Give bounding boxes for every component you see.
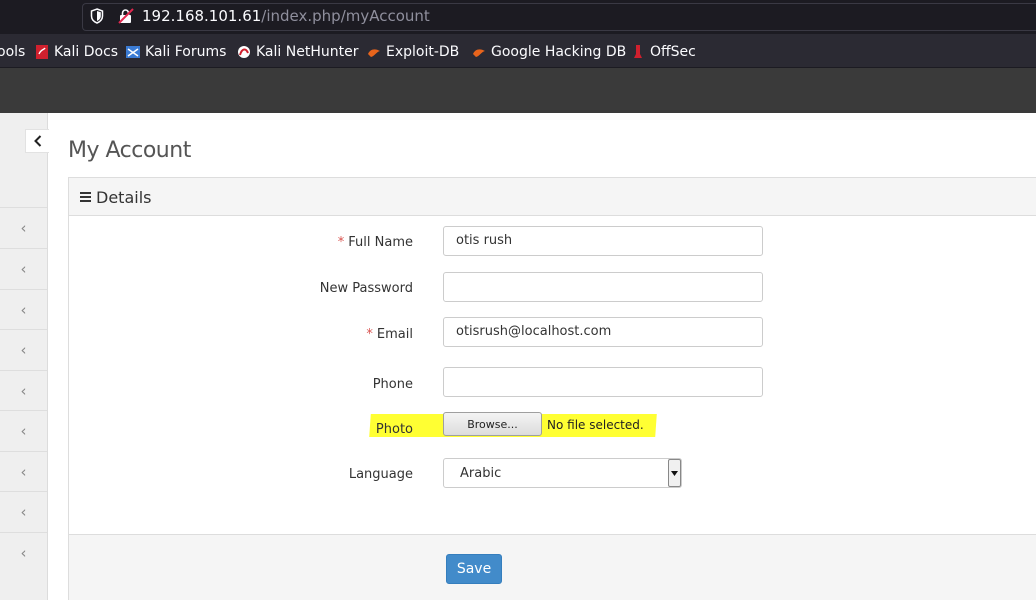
sidebar-item[interactable]: ‹ [0,451,47,491]
bookmark-google-hacking-db[interactable]: Google Hacking DB [472,43,626,61]
chevron-left-icon: ‹ [20,421,27,440]
full-name-input[interactable]: otis rush [443,226,763,256]
url-bar-row: 192.168.101.61/index.php/myAccount [0,0,1036,34]
phone-input[interactable] [443,367,763,397]
panel-heading: Details [69,178,1036,216]
sidebar-item[interactable]: ‹ [0,491,47,531]
new-password-label: New Password [319,281,413,296]
insecure-lock-icon[interactable] [118,8,134,24]
full-name-label: * Full Name [337,235,413,250]
sidebar-item[interactable]: ‹ [0,370,47,410]
bookmark-exploit-db[interactable]: Exploit-DB [367,43,459,61]
kali-forums-icon [126,46,140,58]
kali-docs-icon [36,45,48,59]
shield-icon[interactable] [90,8,104,24]
bookmark-kali-nethunter[interactable]: Kali NetHunter [237,43,358,61]
url-text[interactable]: 192.168.101.61/index.php/myAccount [142,7,430,25]
exploit-db-icon [368,49,380,57]
sidebar-item[interactable]: ‹ [0,532,47,572]
bookmark-label: OffSec [650,44,696,60]
sidebar-item[interactable]: ‹ [0,248,47,288]
chevron-left-icon: ‹ [20,502,27,521]
chevron-left-icon: ‹ [20,218,27,237]
chevron-left-icon [33,135,41,147]
chevron-left-icon: ‹ [20,340,27,359]
sidebar-item[interactable]: ‹ [0,289,47,329]
panel-footer [69,534,1036,600]
url-path: /index.php/myAccount [261,7,430,25]
panel-title: Details [96,188,152,207]
bookmark-kali-docs[interactable]: Kali Docs [35,43,118,61]
bookmark-tools[interactable]: ools [0,43,25,61]
url-host: 192.168.101.61 [142,7,262,25]
bookmark-label: Kali Docs [54,44,119,60]
kali-nethunter-icon [238,46,250,58]
sidebar-item[interactable]: ‹ [0,207,47,247]
bookmarks-bar: ools Kali Docs Kali Forums Kali NetHunte… [0,34,1036,68]
menu-icon [80,192,91,202]
offsec-icon [634,45,642,58]
browser-chrome: 192.168.101.61/index.php/myAccount ools … [0,0,1036,113]
phone-label: Phone [372,377,413,392]
bookmark-label: Kali NetHunter [256,44,359,60]
chevron-left-icon: ‹ [20,381,27,400]
bookmark-label: ools [0,44,26,60]
chevron-left-icon: ‹ [20,259,27,278]
app-top-navbar [0,68,1036,113]
required-mark: * [366,327,373,342]
bookmark-kali-forums[interactable]: Kali Forums [126,43,226,61]
required-mark: * [337,235,345,250]
bookmark-label: Exploit-DB [386,44,460,60]
no-file-text: No file selected. [547,418,644,432]
bookmark-label: Kali Forums [145,44,227,60]
page-title: My Account [68,138,191,163]
bookmark-label: Google Hacking DB [491,44,627,60]
email-input[interactable]: otisrush@localhost.com [443,317,763,347]
language-select[interactable]: Arabic [443,458,682,488]
sidebar-item[interactable]: ‹ [0,329,47,369]
browse-button[interactable]: Browse... [443,412,542,436]
save-button[interactable]: Save [446,554,502,584]
sidebar-collapse-button[interactable] [25,129,49,153]
chevron-left-icon: ‹ [20,462,27,481]
chevron-left-icon: ‹ [20,543,27,562]
photo-label: Photo [375,422,413,437]
sidebar-item[interactable]: ‹ [0,410,47,450]
bookmark-offsec[interactable]: OffSec [631,43,696,61]
language-label: Language [348,467,413,482]
email-label: * Email [366,327,413,342]
chevron-left-icon: ‹ [20,300,27,319]
dropdown-arrow-icon[interactable] [668,459,681,487]
google-hacking-db-icon [473,49,485,57]
new-password-input[interactable] [443,272,763,302]
